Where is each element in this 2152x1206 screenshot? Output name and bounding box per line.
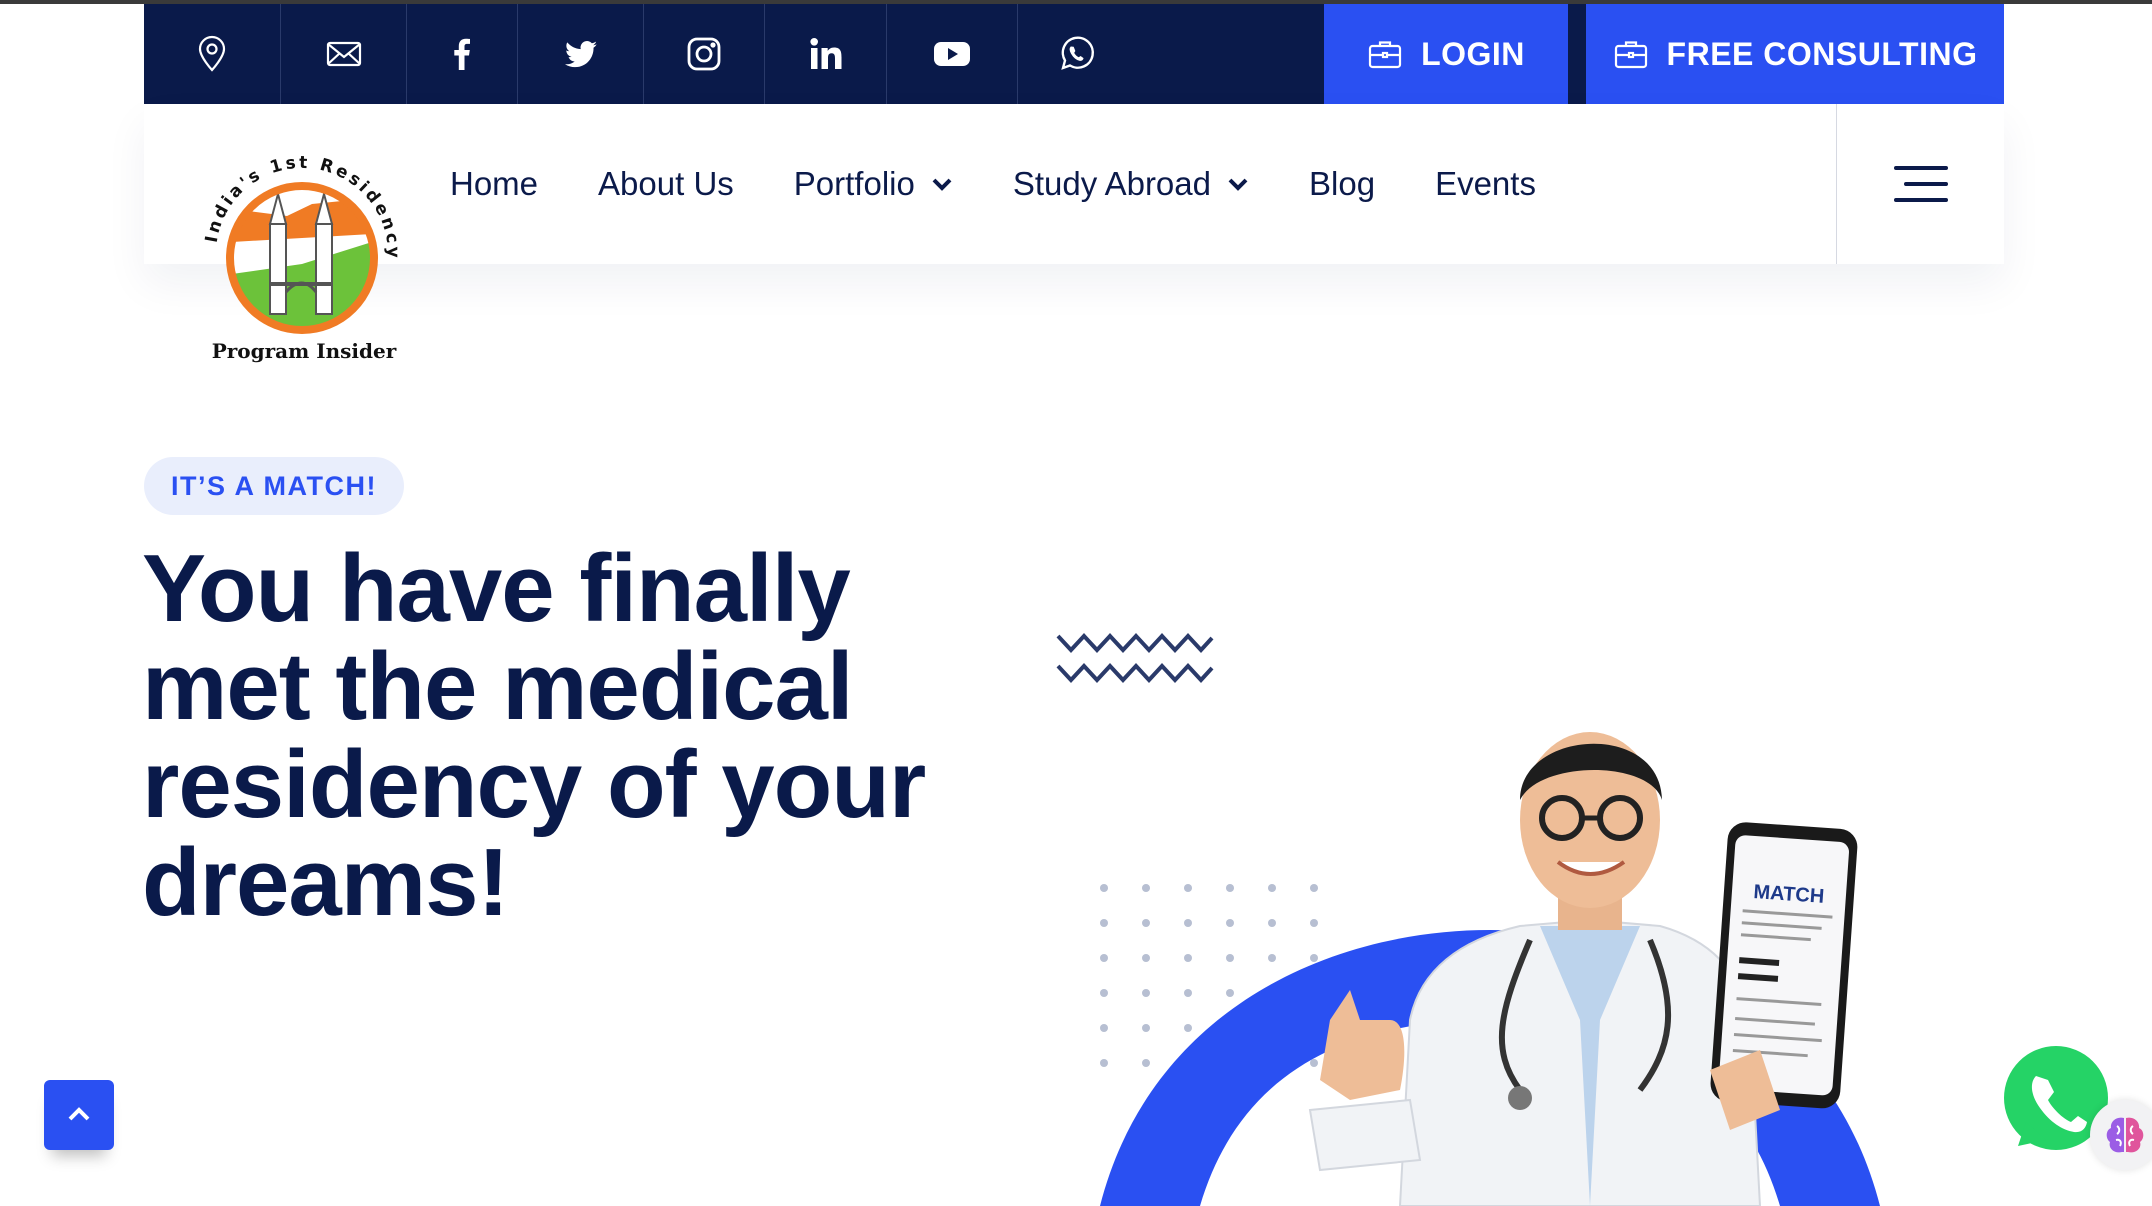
chevron-up-icon [68,1107,90,1121]
site-logo[interactable]: India's 1st Residency Bridge Program Ins… [184,109,412,364]
nav-item-blog[interactable]: Blog [1309,165,1375,203]
hero-badge: IT’S A MATCH! [144,457,404,515]
free-consulting-button[interactable]: FREE CONSULTING [1586,4,2004,104]
nav-item-label: Home [450,165,539,202]
headline-line: dreams! [142,829,509,936]
nav-item-home[interactable]: Home [450,165,538,203]
twitter-link[interactable] [518,4,644,104]
location-link[interactable] [144,4,281,104]
hamburger-menu-icon[interactable] [1894,166,1948,202]
nav-item-about-us[interactable]: About Us [598,165,734,203]
nav-item-label: Blog [1309,165,1376,202]
decor-dot [1268,884,1276,892]
doctor-with-phone-image: MATCH [1308,732,1858,1206]
logo-graphic: India's 1st Residency Bridge Program Ins… [184,109,400,363]
linkedin-icon [809,38,841,69]
youtube-link[interactable] [887,4,1018,104]
nav-item-study-abroad[interactable]: Study Abroad [1013,165,1249,203]
login-label: LOGIN [1421,35,1525,72]
decor-dot [1268,919,1276,927]
decor-dot [1142,884,1150,892]
instagram-icon [687,37,721,71]
decor-dot [1184,919,1192,927]
decor-dot [1226,884,1234,892]
nav-item-events[interactable]: Events [1435,165,1536,203]
instagram-link[interactable] [644,4,765,104]
nav-item-label: Portfolio [793,165,915,202]
nav-item-portfolio[interactable]: Portfolio [794,165,953,203]
logo-caption: Program Insider [212,339,397,363]
headline-line: met the medical [142,633,854,740]
linkedin-link[interactable] [765,4,887,104]
headline-line: residency of your [142,731,926,838]
ai-assistant-button[interactable] [2090,1100,2152,1170]
chevron-down-icon [932,178,952,191]
decor-dot [1142,919,1150,927]
briefcase-icon [1368,41,1402,69]
zigzag-decoration [1056,633,1214,683]
top-bar: LOGIN FREE CONSULTING [144,4,2004,104]
email-link[interactable] [281,4,407,104]
free-consulting-label: FREE CONSULTING [1666,35,1978,72]
scroll-to-top-button[interactable] [44,1080,114,1150]
envelope-icon [326,41,361,67]
youtube-icon [934,42,970,66]
decor-dot [1100,919,1108,927]
main-navbar: India's 1st Residency Bridge Program Ins… [144,104,2004,363]
decor-dot [1100,884,1108,892]
nav-item-label: About Us [598,165,734,202]
whatsapp-link[interactable] [1018,4,1133,104]
page: LOGIN FREE CONSULTING India's 1st Reside… [0,0,2152,1206]
brain-icon [2106,1117,2144,1153]
briefcase-icon [1614,41,1647,69]
location-pin-icon [198,35,226,72]
twitter-icon [564,40,597,68]
headline-line: You have finally [142,535,851,642]
facebook-link[interactable] [407,4,518,104]
facebook-icon [454,38,470,70]
decor-dot [1184,884,1192,892]
whatsapp-icon [1060,36,1094,70]
login-button[interactable]: LOGIN [1324,4,1568,104]
button-spacer [1568,4,1586,104]
nav-menu: Home About Us Portfolio Study Abroad Blo… [450,104,1536,264]
hero-headline: You have finally met the medical residen… [142,540,1042,932]
nav-divider [1836,104,1837,264]
decor-dot [1226,919,1234,927]
nav-item-label: Study Abroad [1012,165,1211,202]
nav-item-label: Events [1435,165,1536,202]
chevron-down-icon [1228,178,1248,191]
